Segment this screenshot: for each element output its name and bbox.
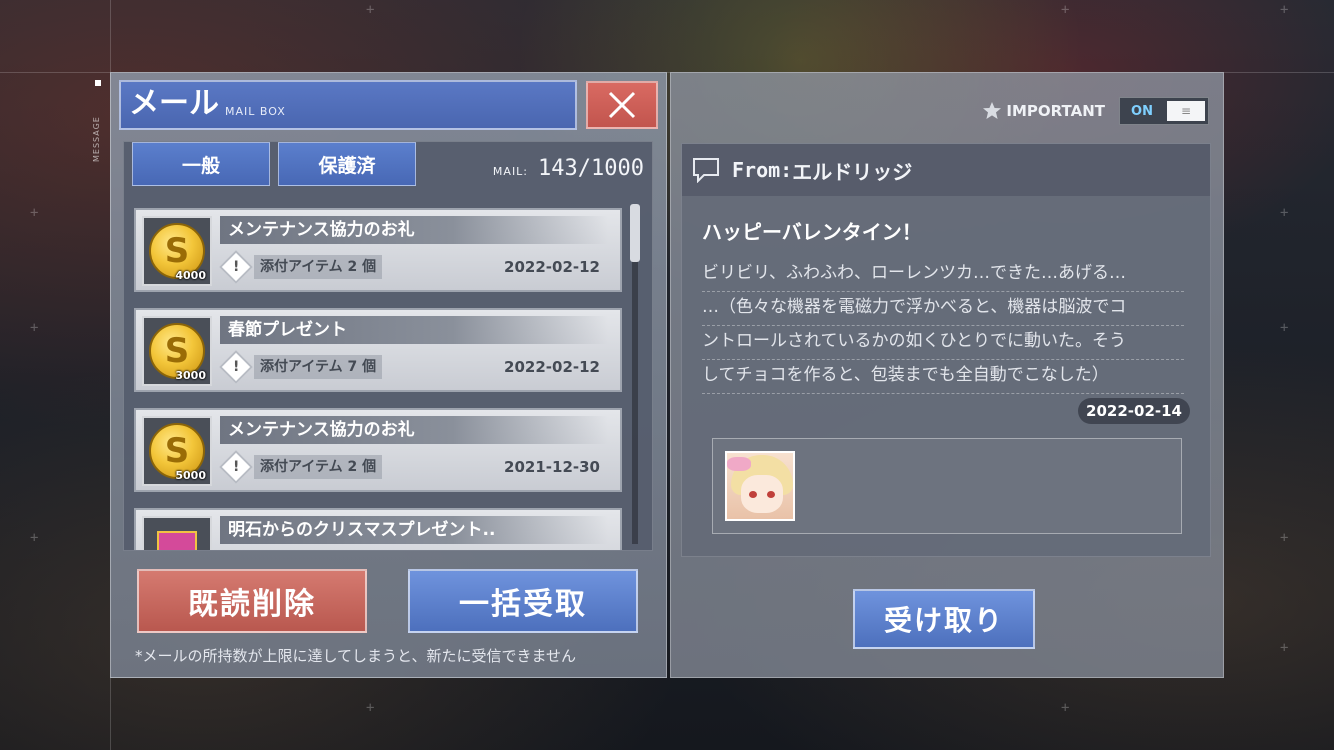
message-line: してチョコを作ると、包装までも全自動でこなした）: [702, 360, 1184, 394]
important-filter: IMPORTANT: [982, 101, 1105, 121]
grid-cross: +: [1061, 700, 1070, 716]
item-amount: 5000: [175, 469, 206, 482]
close-button[interactable]: [586, 81, 658, 129]
grid-cross: +: [1280, 640, 1289, 656]
scrollbar-thumb[interactable]: [630, 204, 640, 262]
gift-box-icon: [157, 531, 197, 550]
mailbox-title-bar: メール MAIL BOX: [119, 80, 577, 130]
close-icon: [608, 91, 636, 119]
attachment-icon-box: S 5000: [142, 416, 212, 486]
message-body: ビリビリ、ふわふわ、ローレンツカ…できた…あげる… …（色々な機器を電磁力で浮か…: [702, 258, 1184, 394]
item-amount: 3000: [175, 369, 206, 382]
toggle-knob: ≡: [1167, 101, 1205, 121]
attachment-icon-box: S 3000: [142, 316, 212, 386]
grid-cross: +: [30, 205, 39, 221]
mail-subject: 明石からのクリスマスプレゼント..: [220, 516, 608, 544]
attachment-info: 添付アイテム 2 個: [254, 255, 383, 279]
side-tag: MESSAGE: [92, 116, 101, 162]
mail-meta: ! 添付アイテム 2 個 2022-02-12: [219, 250, 608, 284]
claim-all-button[interactable]: 一括受取: [408, 569, 638, 633]
mail-count-label: MAIL:: [492, 165, 529, 178]
toggle-state: ON: [1131, 103, 1153, 119]
mail-subject: メンテナンス協力のお礼: [220, 416, 608, 444]
item-amount: 4000: [175, 269, 206, 282]
attachment-icon-box: S 4000: [142, 216, 212, 286]
attachment-icon-box: [142, 516, 212, 550]
character-portrait-icon[interactable]: [725, 451, 795, 521]
mail-item[interactable]: S 5000 メンテナンス協力のお礼 ! 添付アイテム 2 個 2021-12-…: [134, 408, 622, 492]
capacity-notice: *メールの所持数が上限に達してしまうと、新たに受信できません: [135, 647, 577, 665]
mail-item[interactable]: 明石からのクリスマスプレゼント..: [134, 508, 622, 550]
mailbox-subtitle: MAIL BOX: [225, 105, 286, 118]
mailbox-panel: メール MAIL BOX 一般 保護済 MAIL: 143/1000 S 400…: [110, 72, 667, 678]
tab-general[interactable]: 一般: [132, 142, 270, 186]
grid-cross: +: [30, 530, 39, 546]
important-toggle[interactable]: ON ≡: [1119, 97, 1209, 125]
message-box: From: エルドリッジ ハッピーバレンタイン！ ビリビリ、ふわふわ、ローレンツ…: [681, 143, 1211, 557]
message-date: 2022-02-14: [1078, 398, 1190, 424]
grid-cross: +: [1061, 2, 1070, 18]
tab-protected[interactable]: 保護済: [278, 142, 416, 186]
mail-count-value: 143/1000: [538, 156, 644, 181]
message-line: ントロールされているかの如くひとりでに動いた。そう: [702, 326, 1184, 360]
grid-cross: +: [366, 700, 375, 716]
attachment-info: 添付アイテム 7 個: [254, 355, 383, 379]
mail-item[interactable]: S 3000 春節プレゼント ! 添付アイテム 7 個 2022-02-12: [134, 308, 622, 392]
mail-meta: ! 添付アイテム 7 個 2022-02-12: [219, 350, 608, 384]
mail-date: 2021-12-30: [504, 458, 600, 476]
grid-cross: +: [1280, 2, 1289, 18]
message-line: …（色々な機器を電磁力で浮かべると、機器は脳波でコ: [702, 292, 1184, 326]
mail-count: MAIL: 143/1000: [493, 156, 644, 181]
delete-read-button[interactable]: 既読削除: [137, 569, 367, 633]
grid-cross: +: [30, 320, 39, 336]
attachment-area: [712, 438, 1182, 534]
message-detail-panel: IMPORTANT ON ≡ From: エルドリッジ ハッピーバレンタイン！ …: [670, 72, 1224, 678]
receive-button[interactable]: 受け取り: [853, 589, 1035, 649]
star-icon: [983, 102, 1002, 119]
sender-name: エルドリッジ: [792, 159, 913, 184]
sender-bar: From: エルドリッジ: [682, 144, 1210, 196]
important-label: IMPORTANT: [1006, 102, 1105, 120]
grid-cross: +: [1280, 205, 1289, 221]
message-title: ハッピーバレンタイン！: [702, 220, 922, 244]
mail-list-clip: 明石からのクリスマスプレゼント..: [124, 508, 652, 550]
exclamation-icon: !: [219, 250, 253, 284]
grid-cross: +: [1280, 320, 1289, 336]
mail-subject: メンテナンス協力のお礼: [220, 216, 608, 244]
mail-meta: ! 添付アイテム 2 個 2021-12-30: [219, 450, 608, 484]
mail-date: 2022-02-12: [504, 258, 600, 276]
exclamation-icon: !: [219, 350, 253, 384]
mail-date: 2022-02-12: [504, 358, 600, 376]
mail-subject: 春節プレゼント: [220, 316, 608, 344]
message-line: ビリビリ、ふわふわ、ローレンツカ…できた…あげる…: [702, 258, 1184, 292]
grid-cross: +: [1280, 530, 1289, 546]
attachment-info: 添付アイテム 2 個: [254, 455, 383, 479]
mail-item[interactable]: S 4000 メンテナンス協力のお礼 ! 添付アイテム 2 個 2022-02-…: [134, 208, 622, 292]
mailbox-title: メール: [129, 86, 219, 121]
exclamation-icon: !: [219, 450, 253, 484]
from-label: From:: [732, 158, 793, 182]
speech-bubble-icon: [693, 158, 719, 183]
grid-cross: +: [366, 2, 375, 18]
mail-list: 一般 保護済 MAIL: 143/1000 S 4000 メンテナンス協力のお礼…: [123, 141, 653, 551]
